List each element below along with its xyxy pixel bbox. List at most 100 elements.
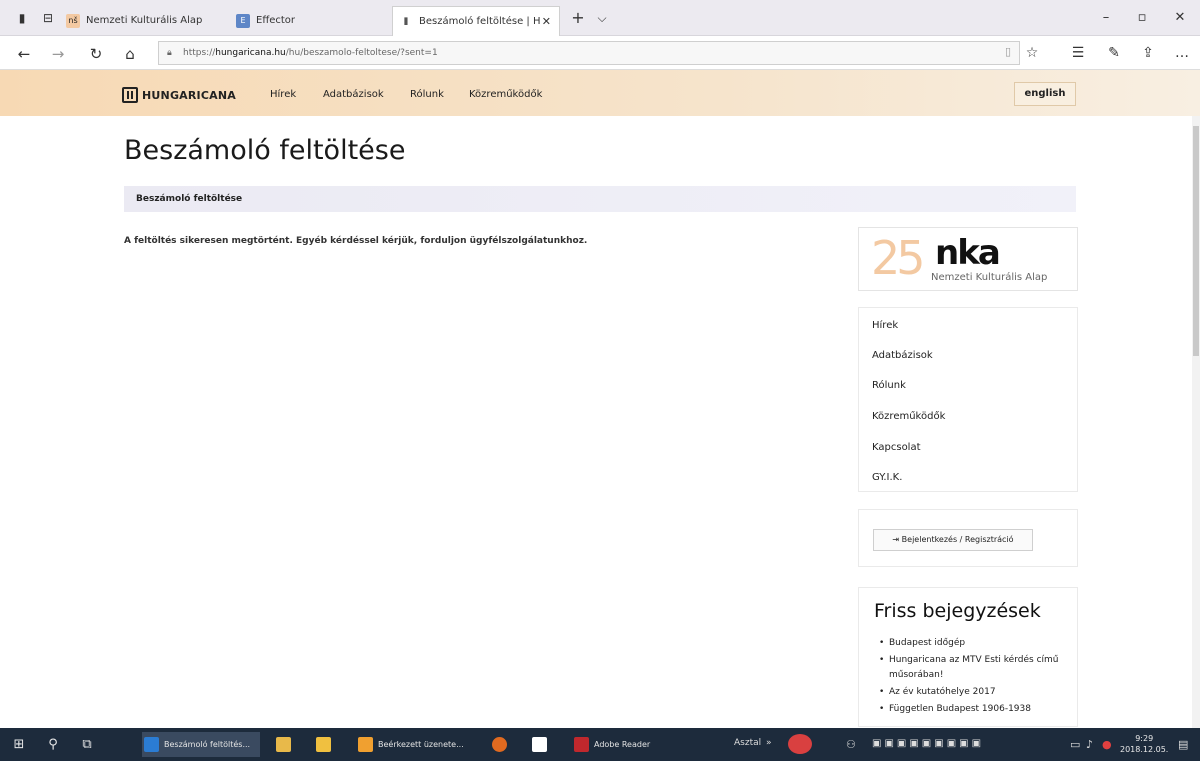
recent-posts: Friss bejegyzések Budapest időgép Hungar…	[858, 587, 1078, 727]
url-prefix: https://	[183, 48, 216, 58]
browser-tab-bar: ▮ ⊟ nš Nemzeti Kulturális Alap E Effecto…	[0, 0, 1200, 36]
tab-label: Nemzeti Kulturális Alap	[86, 15, 203, 26]
refresh-icon[interactable]: ↻	[86, 45, 106, 63]
tab-list-chevron-icon[interactable]: ⌵	[594, 10, 610, 26]
url-host: hungaricana.hu	[215, 48, 286, 58]
login-register-button[interactable]: ⇥ Bejelentkezés / Regisztráció	[873, 529, 1033, 551]
sponsor-name: Nemzeti Kulturális Alap	[931, 272, 1048, 283]
toolbar-expand-icon[interactable]: »	[766, 738, 772, 748]
tab-nka[interactable]: nš Nemzeti Kulturális Alap	[60, 6, 220, 36]
recent-post-link[interactable]: Független Budapest 1906-1938	[879, 702, 1069, 717]
desktop-toolbar[interactable]: Asztal	[734, 738, 761, 748]
login-box: ⇥ Bejelentkezés / Regisztráció	[858, 509, 1078, 567]
home-icon[interactable]: ⌂	[120, 45, 140, 63]
people-icon[interactable]: ⚇	[846, 738, 856, 751]
adobe-reader-icon	[574, 737, 589, 752]
envelope-icon	[532, 737, 547, 752]
hungaricana-favicon-icon: ⫼	[404, 17, 408, 26]
sidebar-item-kapcsolat[interactable]: Kapcsolat	[872, 442, 921, 453]
taskbar-app-edge[interactable]: Beszámoló feltöltés...	[142, 732, 260, 757]
tab-effector[interactable]: E Effector	[230, 6, 390, 36]
pen-notes-icon[interactable]: ✎	[1104, 45, 1124, 61]
task-view-icon[interactable]: ⧉	[78, 737, 96, 752]
nav-hirek[interactable]: Hírek	[270, 89, 296, 100]
maximize-icon[interactable]: ▫	[1132, 10, 1152, 25]
sidebar-item-adatbazisok[interactable]: Adatbázisok	[872, 350, 933, 361]
tray-icons[interactable]: ▣▣▣▣▣▣▣▣▣	[872, 738, 984, 749]
page-title: Beszámoló feltöltése	[124, 135, 406, 166]
page-scrollbar[interactable]	[1192, 116, 1200, 728]
taskbar-app-mail[interactable]: Beérkezett üzenete...	[356, 732, 476, 757]
nav-adatbazisok[interactable]: Adatbázisok	[323, 89, 384, 100]
taskbar-app-label: Beérkezett üzenete...	[378, 740, 464, 749]
start-windows-icon[interactable]: ⊞	[10, 737, 28, 752]
sidebar-item-gyik[interactable]: GY.I.K.	[872, 472, 902, 483]
window-menu-icon[interactable]: ▮	[14, 10, 30, 26]
support-link[interactable]: ügyfélszolgálatunkhoz.	[470, 236, 588, 246]
share-icon[interactable]: ⇪	[1138, 45, 1158, 61]
taskbar-app-envelope[interactable]	[530, 732, 556, 757]
clock-date: 2018.12.05.	[1120, 745, 1169, 754]
url-path: /hu/beszamolo-feltoltese/?sent=1	[285, 48, 438, 58]
recent-post-link[interactable]: Hungaricana az MTV Esti kérdés című műso…	[879, 653, 1069, 683]
tab-preview-icon[interactable]: ⊟	[40, 10, 56, 26]
network-icon[interactable]: ▭	[1070, 738, 1080, 751]
effector-favicon-icon: E	[236, 14, 250, 28]
search-icon[interactable]: ⚲	[44, 737, 62, 752]
taskbar-app-label: Beszámoló feltöltés...	[164, 740, 251, 749]
firefox-icon	[492, 737, 507, 752]
scrollbar-thumb[interactable]	[1193, 126, 1199, 356]
recent-posts-list: Budapest időgép Hungaricana az MTV Esti …	[879, 636, 1069, 719]
login-icon: ⇥	[892, 535, 900, 544]
url-field[interactable]: 🔒︎ https://hungaricana.hu/hu/beszamolo-f…	[158, 41, 1020, 65]
english-button[interactable]: english	[1014, 82, 1076, 106]
store-icon	[316, 737, 331, 752]
close-window-icon[interactable]: ✕	[1170, 10, 1190, 25]
recent-post-link[interactable]: Budapest időgép	[879, 636, 1069, 651]
site-header: HUNGARICANA Hírek Adatbázisok Rólunk Köz…	[0, 70, 1200, 116]
windows-taskbar: ⊞ ⚲ ⧉ Beszámoló feltöltés... Beérkezett …	[0, 728, 1200, 761]
tab-beszamolo[interactable]: ⫼ Beszámoló feltöltése | H ✕	[392, 6, 560, 36]
taskbar-app-store[interactable]	[314, 732, 340, 757]
hungaricana-logo-icon	[122, 87, 138, 103]
sidebar-item-hirek[interactable]: Hírek	[872, 320, 898, 331]
message-text: A feltöltés sikeresen megtörtént. Egyéb …	[124, 236, 467, 246]
recent-posts-title: Friss bejegyzések	[874, 600, 1041, 622]
close-tab-icon[interactable]: ✕	[542, 7, 551, 37]
minimize-icon[interactable]: –	[1096, 10, 1116, 25]
sidebar-item-kozremukodok[interactable]: Közreműködők	[872, 411, 945, 422]
system-clock[interactable]: 9:29 2018.12.05.	[1120, 733, 1168, 755]
sidebar-item-rolunk[interactable]: Rólunk	[872, 380, 906, 391]
favorites-hub-icon[interactable]: ☰	[1068, 45, 1088, 61]
taskbar-app-label: Adobe Reader	[594, 740, 651, 749]
lock-icon: 🔒︎	[167, 48, 172, 58]
tab-label: Effector	[256, 15, 296, 26]
folder-icon	[276, 737, 291, 752]
forward-icon[interactable]: →	[48, 45, 68, 63]
favorite-star-icon[interactable]: ☆	[1022, 45, 1042, 61]
taskbar-app-explorer[interactable]	[274, 732, 300, 757]
nka-sponsor-banner[interactable]: 25 nka Nemzeti Kulturális Alap	[858, 227, 1078, 291]
more-menu-icon[interactable]: …	[1172, 45, 1192, 61]
nav-kozremukodok[interactable]: Közreműködők	[469, 89, 542, 100]
anniversary-number: 25	[871, 231, 926, 285]
taskbar-app-adobe-reader[interactable]: Adobe Reader	[572, 732, 672, 757]
recent-post-link[interactable]: Az év kutatóhelye 2017	[879, 685, 1069, 700]
edge-icon	[144, 737, 159, 752]
breadcrumb: Beszámoló feltöltése	[124, 186, 1076, 212]
hungaricana-logo[interactable]: HUNGARICANA	[122, 87, 236, 103]
alert-icon[interactable]: ●	[1102, 738, 1112, 751]
logo-text: HUNGARICANA	[142, 89, 236, 102]
notifications-icon[interactable]: ▤	[1178, 738, 1188, 751]
reading-view-icon[interactable]: ▯	[998, 45, 1018, 58]
taskbar-app-firefox[interactable]	[490, 732, 516, 757]
new-tab-icon[interactable]: +	[570, 10, 586, 26]
tab-label: Beszámoló feltöltése | H	[419, 16, 541, 27]
volume-icon[interactable]: ♪	[1086, 738, 1093, 751]
success-message: A feltöltés sikeresen megtörtént. Egyéb …	[124, 236, 587, 246]
clock-time: 9:29	[1135, 734, 1154, 743]
back-icon[interactable]: ←	[14, 45, 34, 63]
sidebar-menu: Hírek Adatbázisok Rólunk Közreműködők Ka…	[858, 307, 1078, 492]
nav-rolunk[interactable]: Rólunk	[410, 89, 444, 100]
antivirus-icon[interactable]	[788, 734, 812, 754]
